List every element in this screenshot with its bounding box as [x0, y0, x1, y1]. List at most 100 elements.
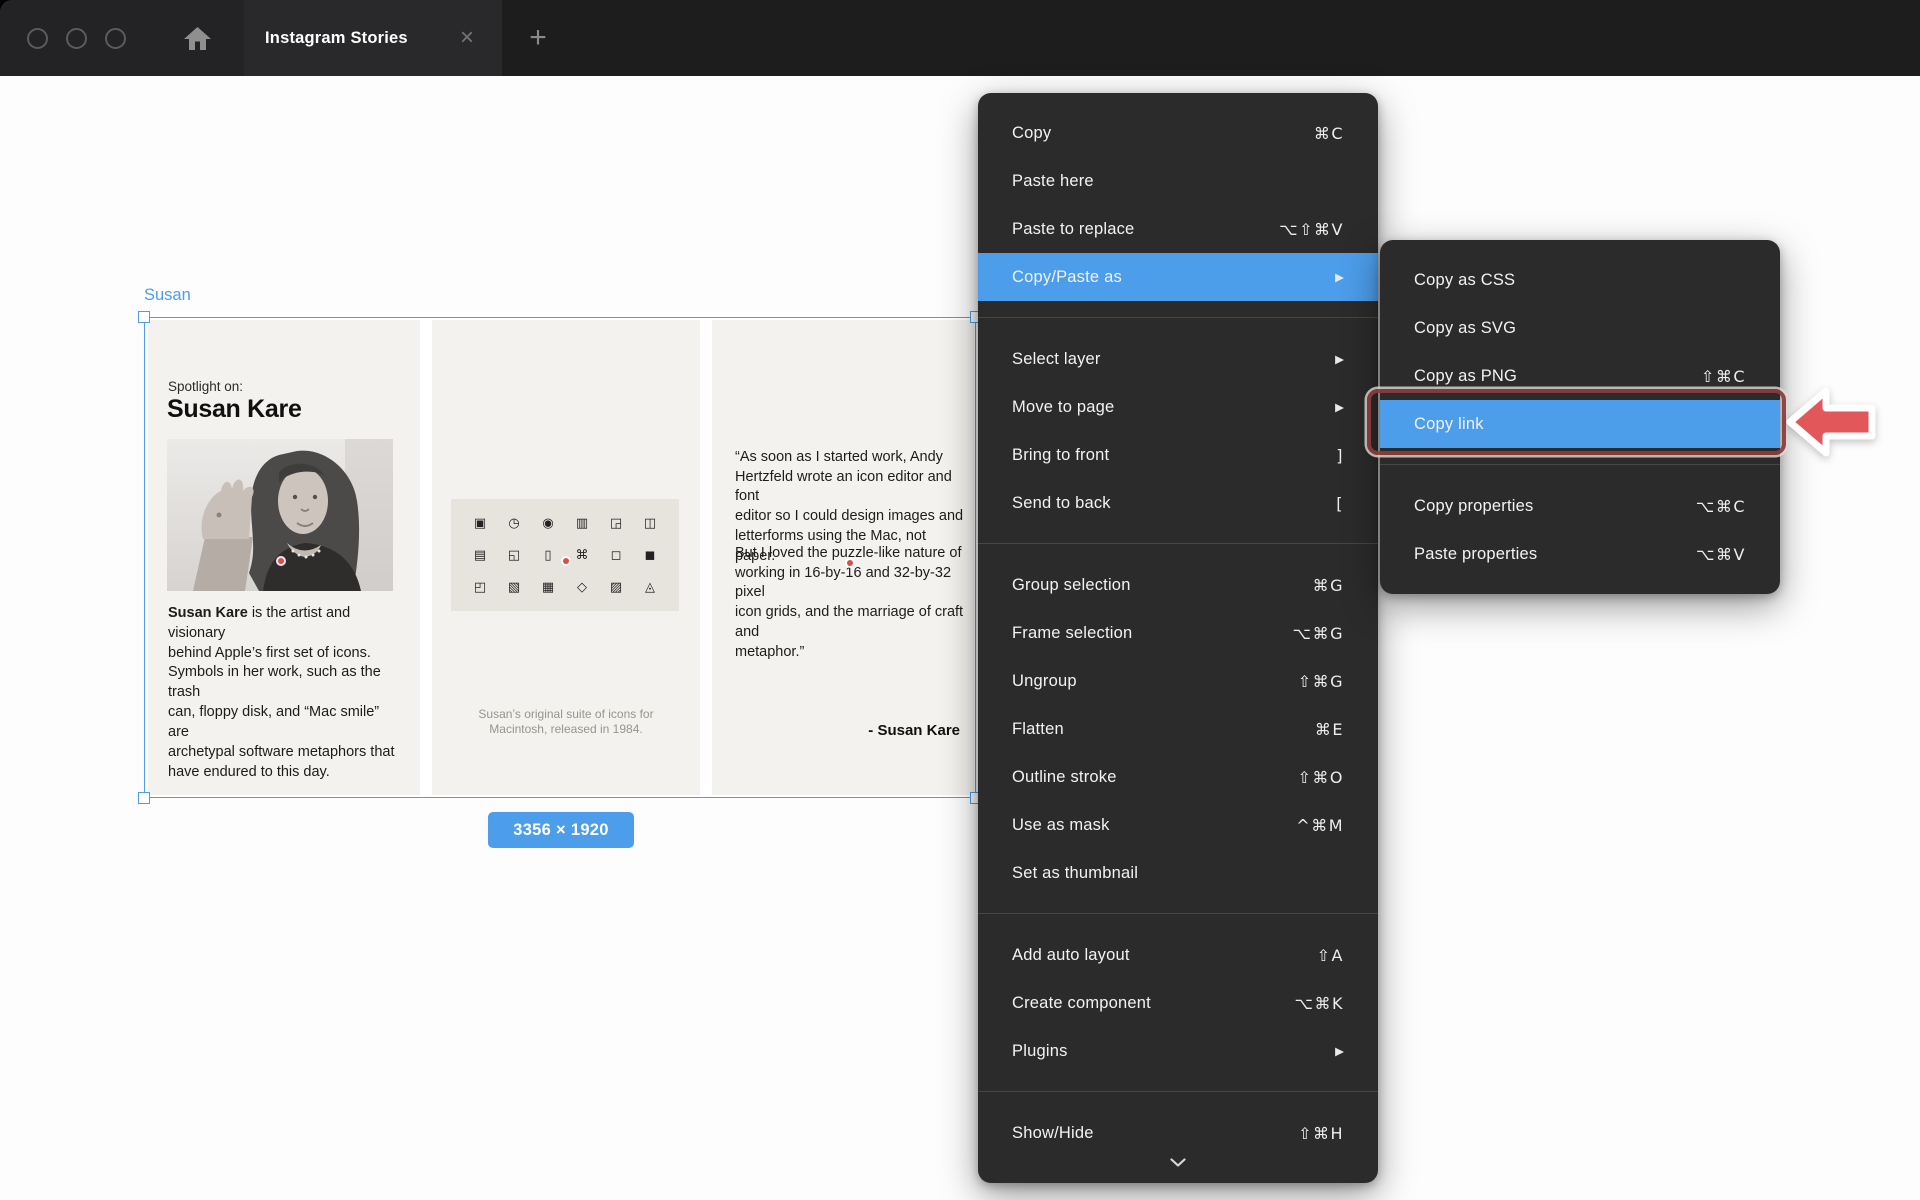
bio-bold-name: Susan Kare	[168, 605, 248, 621]
menu-item-label: Create component	[1012, 994, 1295, 1013]
menu-item-outline-stroke[interactable]: Outline stroke⇧⌘O	[978, 753, 1378, 801]
menu-item-label: Show/Hide	[1012, 1124, 1298, 1143]
dimension-badge: 3356 × 1920	[488, 812, 634, 848]
annotation-highlight-box	[1367, 389, 1786, 455]
menu-item-shortcut: ⇧A	[1317, 946, 1344, 965]
tab-close-icon[interactable]: ×	[460, 0, 474, 76]
menu-item-label: Select layer	[1012, 350, 1335, 369]
menu-item-paste-properties[interactable]: Paste properties⌥⌘V	[1380, 530, 1780, 578]
tab-instagram-stories[interactable]: Instagram Stories ×	[244, 0, 502, 76]
red-arrow-annotation-icon	[1782, 386, 1880, 458]
menu-item-set-as-thumbnail[interactable]: Set as thumbnail	[978, 849, 1378, 897]
menu-item-shortcut: ⌥⌘C	[1696, 497, 1746, 516]
leaf-stack-icon: ◬	[645, 581, 655, 594]
menu-item-shortcut: ⇧⌘H	[1298, 1124, 1344, 1143]
page-black-icon: ▧	[508, 581, 520, 594]
menu-overflow-chevron-icon[interactable]	[978, 1157, 1378, 1183]
menu-item-label: Plugins	[1012, 1042, 1335, 1061]
menu-item-frame-selection[interactable]: Frame selection⌥⌘G	[978, 609, 1378, 657]
menu-item-shortcut: ⌘C	[1314, 124, 1344, 143]
icon-suite-card: ▣◷◉▥◲◫▤◱▯⌘◻◼◰▧▦◇▨◬	[451, 499, 679, 611]
submenu-arrow-icon: ▶	[1335, 1044, 1344, 1058]
command-key-icon: ⌘	[576, 549, 589, 562]
menu-item-plugins[interactable]: Plugins▶	[978, 1027, 1378, 1075]
menu-item-label: Frame selection	[1012, 624, 1293, 643]
menu-separator	[978, 543, 1378, 544]
menu-item-shortcut: ⌥⌘K	[1295, 994, 1344, 1013]
mac-classic-icon: ▣	[474, 517, 486, 530]
menu-item-shortcut: ⌥⇧⌘V	[1279, 220, 1344, 239]
menu-item-label: Outline stroke	[1012, 768, 1298, 787]
menu-item-copy-as-svg[interactable]: Copy as SVG	[1380, 304, 1780, 352]
document-icon: ▤	[474, 549, 486, 562]
menu-item-shortcut: ⌘G	[1313, 576, 1344, 595]
tab-title: Instagram Stories	[265, 29, 408, 48]
bio-paragraph-2: Symbols in her work, such as the trash c…	[168, 662, 404, 782]
story-panel-icons[interactable]: ▣◷◉▥◲◫▤◱▯⌘◻◼◰▧▦◇▨◬ Susan’s original suit…	[432, 320, 700, 795]
home-icon[interactable]	[184, 26, 211, 51]
window-controls	[27, 28, 126, 49]
menu-item-shortcut: ⇧⌘C	[1701, 367, 1746, 386]
diskette-icon: ◇	[577, 581, 587, 594]
menu-item-copy[interactable]: Copy⌘C	[978, 109, 1378, 157]
new-tab-button[interactable]: +	[518, 0, 558, 76]
bomb-icon: ◉	[542, 517, 553, 530]
frame-name-label[interactable]: Susan	[144, 286, 191, 305]
submenu-arrow-icon: ▶	[1335, 270, 1344, 284]
menu-item-label: Flatten	[1012, 720, 1315, 739]
disk-copy-icon: ◰	[474, 581, 486, 594]
menu-separator	[1380, 464, 1780, 465]
window-control-close[interactable]	[27, 28, 48, 49]
menu-item-bring-to-front[interactable]: Bring to front]	[978, 431, 1378, 479]
susan-kare-photo	[167, 439, 393, 591]
selection-handle-bottom-left[interactable]	[138, 792, 150, 804]
menu-item-label: Copy as SVG	[1414, 319, 1746, 338]
menu-item-copy-paste-as[interactable]: Copy/Paste as▶	[978, 253, 1378, 301]
menu-item-send-to-back[interactable]: Send to back[	[978, 479, 1378, 527]
menu-item-label: Copy	[1012, 124, 1314, 143]
menu-item-add-auto-layout[interactable]: Add auto layout⇧A	[978, 931, 1378, 979]
broken-page-icon: ▨	[610, 581, 622, 594]
comment-pin-icon[interactable]	[563, 558, 569, 564]
menu-item-label: Use as mask	[1012, 816, 1296, 835]
story-panel-spotlight[interactable]: Spotlight on: Susan Kare Susan Kar	[148, 320, 420, 795]
window-control-zoom[interactable]	[105, 28, 126, 49]
menu-item-move-to-page[interactable]: Move to page▶	[978, 383, 1378, 431]
story-panel-quote[interactable]: “As soon as I started work, Andy Hertzfe…	[712, 320, 974, 795]
menu-item-label: Add auto layout	[1012, 946, 1317, 965]
menu-item-label: Copy/Paste as	[1012, 268, 1335, 287]
context-menu: Copy⌘CPaste herePaste to replace⌥⇧⌘VCopy…	[978, 93, 1378, 1183]
spotlight-eyebrow: Spotlight on:	[168, 379, 243, 394]
menu-item-label: Copy properties	[1414, 497, 1696, 516]
menu-item-label: Paste here	[1012, 172, 1344, 191]
menu-item-group-selection[interactable]: Group selection⌘G	[978, 561, 1378, 609]
selection-handle-top-left[interactable]	[138, 311, 150, 323]
menu-item-label: Move to page	[1012, 398, 1335, 417]
briefcase-icon: ▥	[576, 517, 588, 530]
printer-icon: ▦	[542, 581, 554, 594]
menu-item-copy-properties[interactable]: Copy properties⌥⌘C	[1380, 482, 1780, 530]
menu-item-paste-here[interactable]: Paste here	[978, 157, 1378, 205]
folder-return-icon: ◱	[508, 549, 520, 562]
menu-item-shortcut: [	[1336, 494, 1344, 513]
menu-item-paste-to-replace[interactable]: Paste to replace⌥⇧⌘V	[978, 205, 1378, 253]
menu-item-show-hide[interactable]: Show/Hide⇧⌘H	[978, 1109, 1378, 1157]
selected-frame-susan[interactable]: Spotlight on: Susan Kare Susan Kar	[144, 317, 976, 798]
menu-item-ungroup[interactable]: Ungroup⇧⌘G	[978, 657, 1378, 705]
spotlight-title: Susan Kare	[167, 395, 302, 424]
menu-item-copy-as-css[interactable]: Copy as CSS	[1380, 256, 1780, 304]
menu-item-create-component[interactable]: Create component⌥⌘K	[978, 979, 1378, 1027]
menu-item-select-layer[interactable]: Select layer▶	[978, 335, 1378, 383]
window-control-minimize[interactable]	[66, 28, 87, 49]
submenu-arrow-icon: ▶	[1335, 352, 1344, 366]
menu-item-flatten[interactable]: Flatten⌘E	[978, 705, 1378, 753]
menu-item-shortcut: ⌥⌘G	[1293, 624, 1344, 643]
menu-item-use-as-mask[interactable]: Use as mask^⌘M	[978, 801, 1378, 849]
comment-pin-icon[interactable]	[278, 558, 284, 564]
menu-item-shortcut: ⇧⌘O	[1298, 768, 1345, 787]
monitor-icon: ◻	[611, 549, 622, 562]
menu-item-shortcut: ]	[1336, 446, 1344, 465]
menu-item-label: Paste to replace	[1012, 220, 1279, 239]
comment-pin-icon[interactable]	[847, 560, 853, 566]
menu-item-shortcut: ⇧⌘G	[1298, 672, 1344, 691]
